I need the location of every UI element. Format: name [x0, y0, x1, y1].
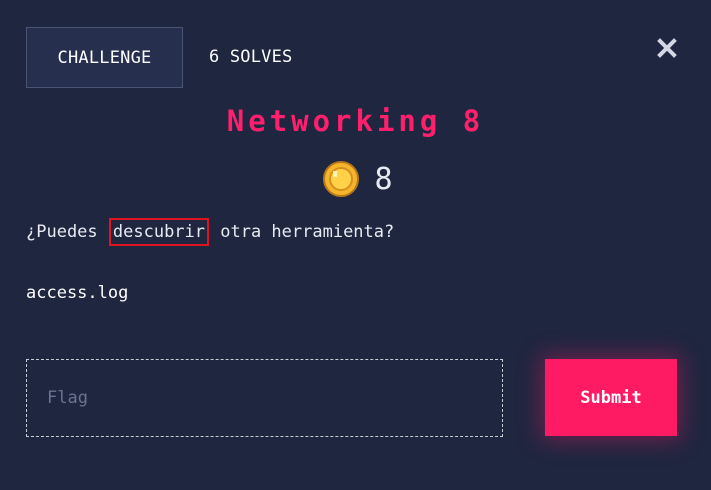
challenge-points: 8 [374, 161, 393, 197]
description-text-before: ¿Puedes [26, 222, 108, 242]
submit-button[interactable]: Submit [545, 359, 677, 436]
tab-solves[interactable]: 6 SOLVES [183, 27, 292, 88]
challenge-description: ¿Puedes descubrir otra herramienta? [26, 218, 395, 246]
description-text-after: otra herramienta? [210, 222, 395, 242]
close-icon[interactable] [656, 37, 678, 59]
coin-icon [322, 160, 360, 198]
description-highlight: descubrir [108, 218, 210, 246]
file-link-access-log[interactable]: access.log [26, 283, 128, 303]
flag-input[interactable] [26, 359, 503, 437]
challenge-value: 8 [0, 160, 711, 198]
challenge-title: Networking 8 [226, 104, 485, 138]
challenge-modal: CHALLENGE 6 SOLVES Networking 8 8 ¿Puede… [0, 0, 711, 490]
tab-bar: CHALLENGE 6 SOLVES [26, 27, 292, 88]
tab-challenge[interactable]: CHALLENGE [26, 27, 183, 88]
